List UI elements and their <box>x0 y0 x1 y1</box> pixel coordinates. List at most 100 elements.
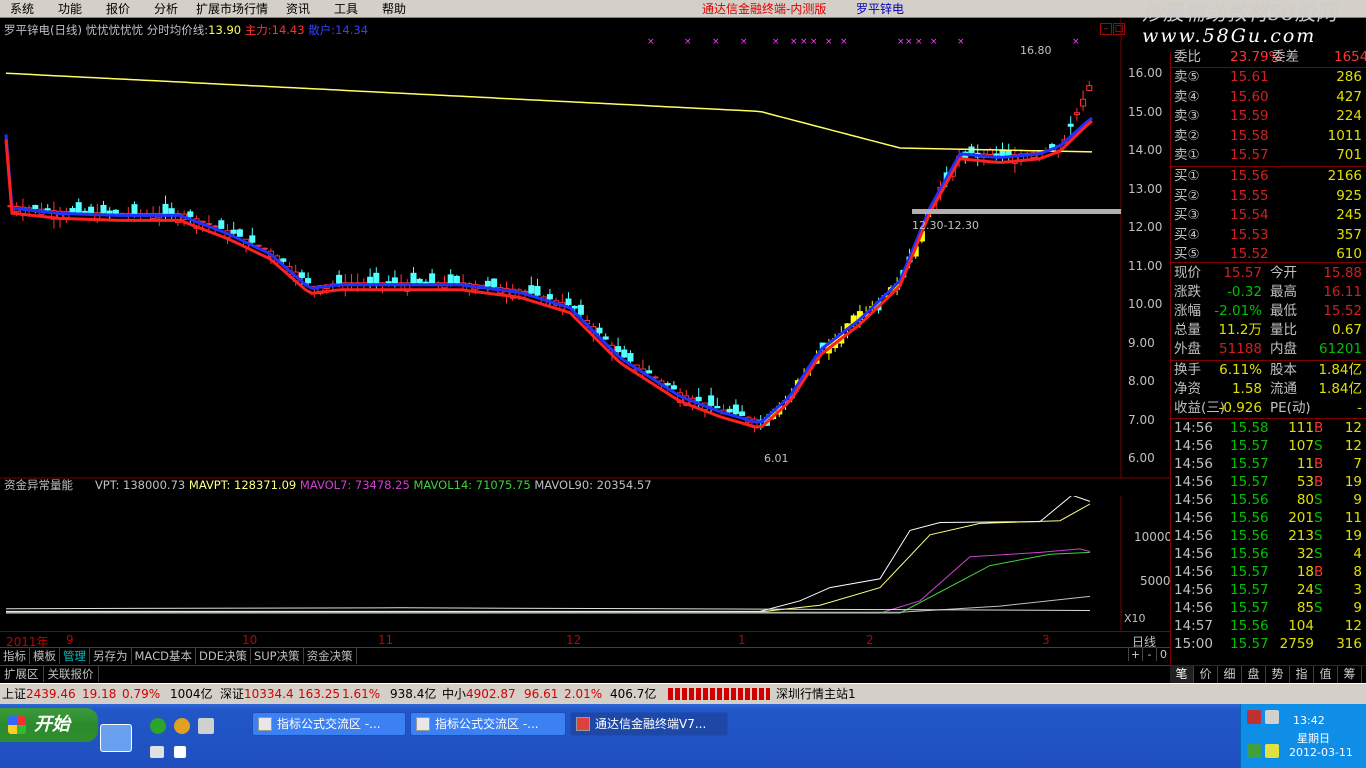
tab-dde[interactable]: DDE决策 <box>196 648 251 664</box>
tab-extension-area[interactable]: 扩展区 <box>0 666 44 682</box>
stat-label: 流通 <box>1270 381 1297 397</box>
watermark-line1: 炒股辅助教材58股网 <box>1142 1 1337 25</box>
price-tick: 6.00 <box>1128 451 1155 465</box>
menu-system[interactable]: 系统 <box>8 0 36 18</box>
tick-direction: S <box>1314 438 1323 454</box>
quote-tab[interactable]: 值 <box>1314 666 1338 683</box>
tick-count: 9 <box>1353 492 1362 508</box>
tab-related-quote[interactable]: 关联报价 <box>44 666 99 682</box>
quote-tab[interactable]: 价 <box>1194 666 1218 683</box>
start-button[interactable]: 开始 <box>0 708 98 742</box>
media-icon[interactable] <box>174 718 190 734</box>
antivirus-icon[interactable] <box>1247 710 1261 724</box>
task-forum-1[interactable]: 指标公式交流区 -... <box>252 712 406 736</box>
signal-marker: × <box>790 37 798 47</box>
menu-tools[interactable]: 工具 <box>332 0 360 18</box>
tab-manage[interactable]: 管理 <box>60 648 90 664</box>
tick-price: 15.57 <box>1230 636 1269 652</box>
zoom-controls: + -0 <box>1128 648 1170 661</box>
show-desktop-icon[interactable] <box>100 724 132 752</box>
tick-price: 15.58 <box>1230 420 1269 436</box>
network-icon[interactable] <box>1247 744 1261 758</box>
avg-price-line <box>5 72 1093 153</box>
stat-value: 0.67 <box>1331 322 1362 338</box>
help-icon[interactable] <box>174 746 186 758</box>
clock-time[interactable]: 13:42 <box>1293 714 1325 727</box>
candle-body <box>32 204 39 210</box>
tick-volume: 53 <box>1296 474 1314 490</box>
tick-time: 14:57 <box>1174 618 1213 634</box>
quote-tab[interactable]: 盘 <box>1242 666 1266 683</box>
bid-volume: 245 <box>1336 207 1362 223</box>
bid-volume: 357 <box>1336 226 1362 243</box>
shield-icon[interactable] <box>1265 744 1279 758</box>
menu-help[interactable]: 帮助 <box>380 0 408 18</box>
tab-fund[interactable]: 资金决策 <box>304 648 357 664</box>
stat-value: 1.58 <box>1231 381 1262 397</box>
tab-sup[interactable]: SUP决策 <box>251 648 304 664</box>
zoom-in-button[interactable]: + <box>1128 648 1142 661</box>
stat-label: PE(动) <box>1270 400 1311 416</box>
candle-body <box>69 208 76 213</box>
candle-body <box>528 285 535 294</box>
signal-marker: × <box>740 37 748 47</box>
stock-name-title: 罗平锌电 <box>856 2 905 16</box>
explorer-icon[interactable] <box>198 718 214 734</box>
menu-function[interactable]: 功能 <box>56 0 84 18</box>
candle-body <box>577 304 584 315</box>
tick-count: 12 <box>1344 618 1362 634</box>
browser-icon[interactable] <box>150 718 166 734</box>
quote-tab[interactable]: 指 <box>1290 666 1314 683</box>
volume-icon[interactable] <box>1265 710 1279 724</box>
indicator-chart[interactable]: 10000 5000 X10 <box>0 496 1170 631</box>
zoom-out-button[interactable]: - <box>1142 648 1156 661</box>
ask-label: 卖③ <box>1174 108 1200 124</box>
menu-news[interactable]: 资讯 <box>284 0 312 18</box>
tick-price: 15.56 <box>1230 528 1269 544</box>
candle-body <box>249 235 256 243</box>
tick-price: 15.57 <box>1230 600 1269 616</box>
candle-body <box>534 285 541 296</box>
indicator-tabbar: 指标 模板 管理 另存为 MACD基本 DDE决策 SUP决策 资金决策 + -0 <box>0 647 1170 665</box>
tab-indicator[interactable]: 指标 <box>0 648 30 664</box>
bid-price: 15.53 <box>1230 226 1269 243</box>
price-tick: 15.00 <box>1128 105 1162 119</box>
sz-value: 10334.4 <box>244 687 294 701</box>
quote-tab[interactable]: 笔 <box>1170 666 1194 683</box>
tab-macd[interactable]: MACD基本 <box>132 648 196 664</box>
signal-marker: × <box>897 37 905 47</box>
candle-body <box>422 281 429 284</box>
candle-body <box>664 383 671 386</box>
keyboard-icon[interactable] <box>150 746 164 758</box>
candle-body <box>491 278 498 288</box>
tick-volume: 85 <box>1296 600 1314 616</box>
bid-price: 15.55 <box>1230 187 1269 204</box>
kline-chart[interactable]: × × × × × × × × × × × × × × × × 16.00 15.00 14.00 13.00… <box>0 18 1170 496</box>
menu-quote[interactable]: 报价 <box>104 0 132 18</box>
tick-count: 12 <box>1344 438 1362 454</box>
mavol7-line <box>6 548 1091 614</box>
task-tdx[interactable]: 通达信金融终端V7... <box>570 712 728 736</box>
diff-label: 委差 <box>1272 49 1299 65</box>
menu-ext-market[interactable]: 扩展市场行情 <box>194 0 270 18</box>
bid-label: 买④ <box>1174 226 1200 243</box>
tab-template[interactable]: 模板 <box>30 648 60 664</box>
candle-body <box>106 210 113 214</box>
quote-tab[interactable]: 筹 <box>1338 666 1362 683</box>
candle-body <box>1067 123 1074 127</box>
quote-tab[interactable]: 势 <box>1266 666 1290 683</box>
stat-row: 收益(三) -0.926 PE(动) - <box>1174 399 1366 418</box>
candle-body <box>621 349 628 358</box>
ask-volume: 1011 <box>1327 127 1362 144</box>
tick-time: 14:56 <box>1174 600 1213 616</box>
vol-scale: X10 <box>1124 612 1146 625</box>
candle-body <box>391 277 398 284</box>
tab-save-as[interactable]: 另存为 <box>90 648 132 664</box>
signal-marker: × <box>647 37 655 47</box>
candle-body <box>615 346 622 352</box>
zoom-reset-button[interactable]: 0 <box>1156 648 1170 661</box>
menu-analysis[interactable]: 分析 <box>152 0 180 18</box>
task-forum-2[interactable]: 指标公式交流区 -... <box>410 712 566 736</box>
quote-tab[interactable]: 细 <box>1218 666 1242 683</box>
signal-marker: × <box>840 37 848 47</box>
